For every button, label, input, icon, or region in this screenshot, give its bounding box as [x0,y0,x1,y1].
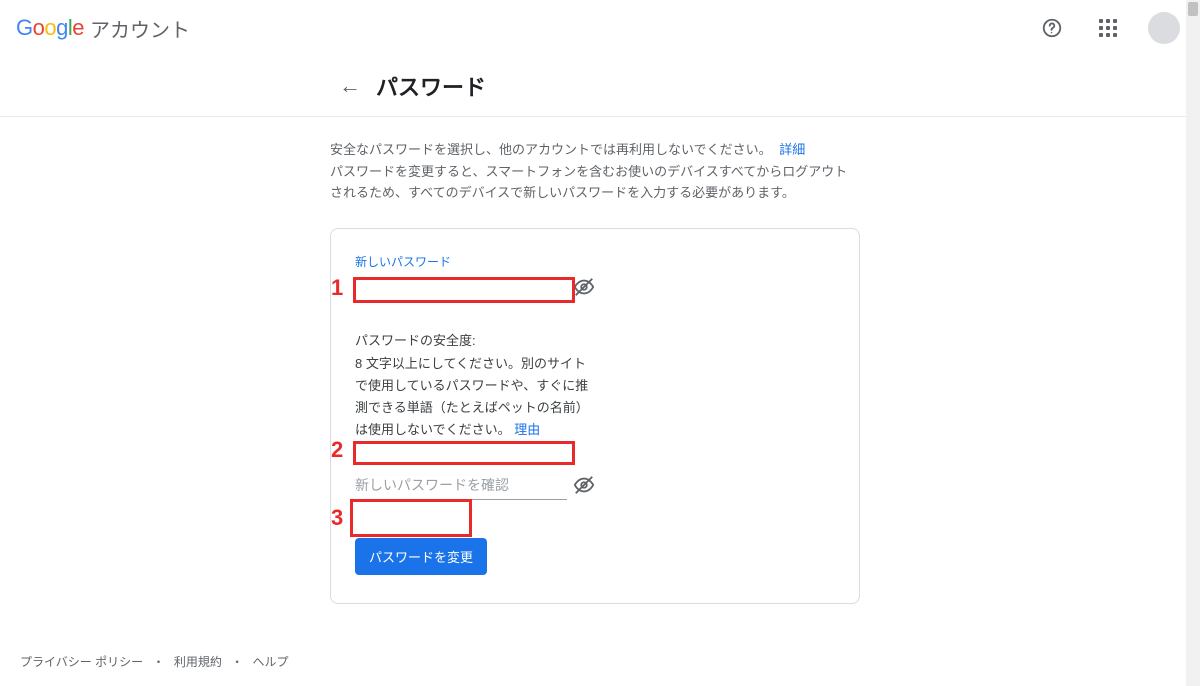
intro-line-2: パスワードを変更すると、スマートフォンを含むお使いのデバイスすべてからログアウト… [330,162,860,204]
intro-line-1: 安全なパスワードを選択し、他のアカウントでは再利用しないでください。 詳細 [330,139,860,158]
account-avatar-button[interactable] [1144,8,1184,48]
help-icon[interactable] [1032,8,1072,48]
top-bar: Google アカウント [0,0,1200,56]
scrollbar-thumb[interactable] [1188,2,1198,16]
product-section-label: アカウント [90,14,190,43]
password-why-link[interactable]: 理由 [514,422,540,437]
password-card: 新しいパスワード 1 パスワードの安全度: 8 文字以上にしてください。別のサイ… [330,228,860,604]
vertical-scrollbar[interactable] [1186,0,1200,686]
annotation-number-2: 2 [331,437,343,463]
footer: プライバシー ポリシー ・ 利用規約 ・ ヘルプ [20,653,289,670]
annotation-box-2 [353,441,575,465]
annotation-number-3: 3 [331,505,343,531]
confirm-password-field-wrap [355,471,595,500]
avatar [1148,12,1180,44]
arrow-left-icon: ← [339,73,361,99]
new-password-input[interactable] [355,272,567,302]
back-button[interactable]: ← [330,66,370,106]
new-password-field-wrap: 新しいパスワード [355,253,595,302]
annotation-box-3 [350,499,472,537]
password-strength-text: 8 文字以上にしてください。別のサイトで使用しているパスワードや、すぐに推測でき… [355,356,589,437]
password-strength-title: パスワードの安全度: [355,330,835,349]
new-password-label: 新しいパスワード [355,253,595,270]
sub-header: ← パスワード [330,56,1014,116]
google-logo: Google [16,15,84,41]
confirm-password-input[interactable] [355,471,567,500]
change-password-button[interactable]: パスワードを変更 [355,538,487,575]
toggle-visibility-icon[interactable] [573,276,595,298]
top-bar-left: Google アカウント [16,14,190,43]
page-title: パスワード [376,70,486,102]
password-strength-body: 8 文字以上にしてください。別のサイトで使用しているパスワードや、すぐに推測でき… [355,353,595,441]
footer-help-link[interactable]: ヘルプ [253,655,289,669]
top-bar-right [1032,8,1184,48]
intro-text-1: 安全なパスワードを選択し、他のアカウントでは再利用しないでください。 [330,142,772,157]
footer-privacy-link[interactable]: プライバシー ポリシー [20,655,143,669]
annotation-number-1: 1 [331,275,343,301]
apps-icon[interactable] [1088,8,1128,48]
learn-more-link[interactable]: 詳細 [779,142,805,157]
footer-terms-link[interactable]: 利用規約 [174,655,222,669]
toggle-visibility-icon[interactable] [573,474,595,496]
main-content: 安全なパスワードを選択し、他のアカウントでは再利用しないでください。 詳細 パス… [330,117,860,604]
